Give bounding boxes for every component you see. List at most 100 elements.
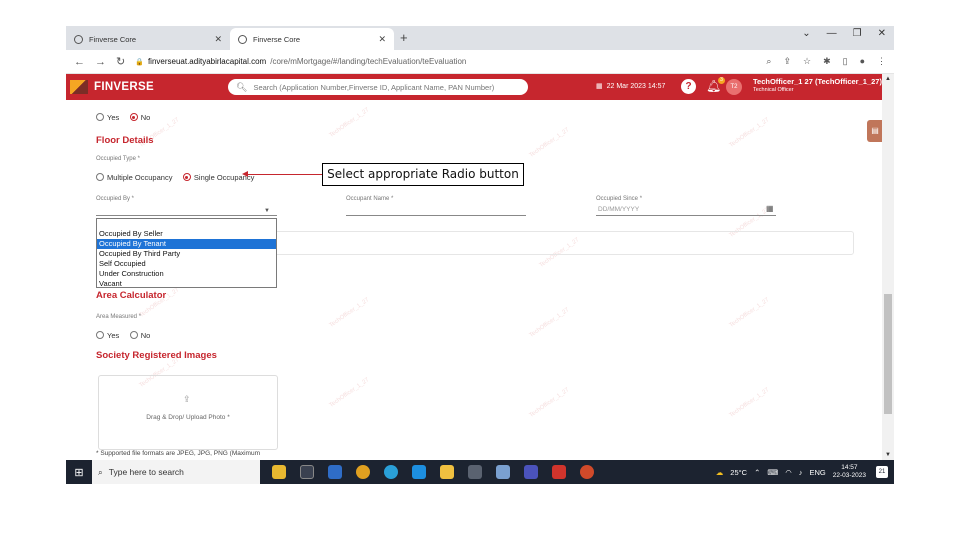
- ie-icon[interactable]: [412, 465, 426, 479]
- radio-no[interactable]: No: [129, 330, 151, 340]
- outlook-icon[interactable]: [328, 465, 342, 479]
- volume-icon[interactable]: ♪: [799, 468, 803, 477]
- radio-label: Yes: [107, 112, 120, 122]
- floor-details-title: Floor Details: [96, 135, 154, 146]
- tab-title: Finverse Core: [253, 34, 301, 44]
- chevron-up-icon[interactable]: ⌃: [754, 468, 760, 477]
- powerpoint-icon[interactable]: [580, 465, 594, 479]
- user-role: Technical Officer: [753, 87, 794, 93]
- snipping-icon[interactable]: [496, 465, 510, 479]
- occupied-since-input[interactable]: [596, 215, 776, 216]
- wifi-icon[interactable]: ◠: [785, 468, 792, 477]
- zoom-icon[interactable]: ⌕: [766, 56, 771, 67]
- minimize-button[interactable]: —: [827, 28, 837, 39]
- radio-yes[interactable]: Yes: [96, 113, 119, 122]
- top-radio-group: Yes No: [96, 108, 156, 126]
- global-search: 🔍︎: [228, 79, 528, 95]
- network-icon[interactable]: ⌨: [767, 468, 778, 477]
- chrome-icon[interactable]: [356, 465, 370, 479]
- help-button[interactable]: ?: [681, 79, 696, 94]
- windows-start-icon[interactable]: ⊞: [66, 466, 92, 479]
- language-indicator[interactable]: ENG: [809, 468, 825, 477]
- people-app-icon[interactable]: [272, 465, 286, 479]
- clock[interactable]: 14:57 22-03-2023: [833, 464, 866, 480]
- occupant-name-input[interactable]: [346, 215, 526, 216]
- forward-button[interactable]: →: [95, 56, 106, 68]
- sidepanel-icon[interactable]: ▯: [843, 56, 848, 67]
- notifications-button[interactable]: 21: [876, 466, 888, 478]
- brand-name: FINVERSE: [94, 81, 154, 93]
- browser-tab-active[interactable]: Finverse Core ✕: [230, 28, 394, 50]
- dropdown-option[interactable]: Vacant: [97, 279, 276, 289]
- occupied-by-select[interactable]: [96, 215, 277, 216]
- maximize-button[interactable]: ❐: [853, 28, 862, 39]
- taskbar-apps: [272, 465, 594, 479]
- back-button[interactable]: ←: [74, 56, 85, 68]
- arrow-left-icon: [242, 171, 248, 177]
- occupied-since-placeholder: DD/MM/YYYY: [598, 206, 640, 213]
- user-info[interactable]: TechOfficer_1 27 (TechOfficer_1_27) Tech…: [753, 77, 882, 93]
- date-display: ▦ 22 Mar 2023 14:57: [596, 82, 666, 91]
- logo[interactable]: FINVERSE: [66, 80, 226, 94]
- calendar-icon: ▦: [596, 83, 603, 90]
- radio-label: Yes: [107, 330, 120, 340]
- close-icon[interactable]: ✕: [214, 34, 222, 45]
- avatar[interactable]: T2: [726, 79, 742, 95]
- current-date: 22 Mar 2023 14:57: [606, 82, 666, 90]
- watermark: TechOfficer_1_27: [528, 307, 571, 339]
- scroll-down-icon[interactable]: ▼: [885, 452, 891, 458]
- edge-icon[interactable]: [384, 465, 398, 479]
- photo-upload-dropzone[interactable]: ⇪ Drag & Drop/ Upload Photo *: [98, 375, 278, 450]
- calendar-icon[interactable]: ▦: [766, 204, 774, 213]
- side-panel-button[interactable]: ▤: [867, 120, 883, 142]
- browser-tab[interactable]: Finverse Core ✕: [66, 28, 230, 50]
- radio-label: No: [140, 112, 151, 122]
- scroll-up-icon[interactable]: ▲: [885, 76, 891, 82]
- temperature[interactable]: 25°C: [730, 468, 747, 477]
- chevron-down-icon[interactable]: ⌄: [802, 28, 810, 39]
- radio-label: Multiple Occupancy: [107, 172, 173, 182]
- close-window-button[interactable]: ✕: [878, 28, 886, 39]
- dropdown-option[interactable]: Under Construction: [97, 269, 276, 279]
- star-icon[interactable]: ☆: [803, 56, 811, 67]
- taskbar-search[interactable]: ⌕ Type here to search: [92, 460, 260, 484]
- file-explorer-icon[interactable]: [440, 465, 454, 479]
- task-view-icon[interactable]: [300, 465, 314, 479]
- collapsed-panel: [271, 231, 854, 255]
- upload-text: Drag & Drop/ Upload Photo *: [146, 414, 230, 421]
- clock-time: 14:57: [841, 464, 858, 471]
- weather-icon[interactable]: ☁: [716, 468, 724, 477]
- tab-title: Finverse Core: [89, 34, 137, 44]
- annotation-arrow: [246, 174, 322, 175]
- radio-circle-checked: [182, 173, 191, 181]
- menu-icon[interactable]: ⋮: [877, 56, 886, 67]
- radio-yes[interactable]: Yes: [96, 331, 119, 340]
- watermark: TechOfficer_1_27: [528, 127, 571, 159]
- url-field[interactable]: 🔒 finverseuat.adityabirlacapital.com/cor…: [135, 57, 756, 66]
- dropdown-option[interactable]: Occupied By Seller: [97, 229, 276, 239]
- dropdown-option-highlighted[interactable]: Occupied By Tenant: [97, 239, 276, 249]
- share-icon[interactable]: ⇪: [783, 56, 791, 67]
- radio-no[interactable]: No: [129, 112, 151, 122]
- occupied-type-label: Occupied Type *: [96, 156, 140, 162]
- profile-icon[interactable]: ●: [860, 56, 865, 67]
- dropdown-option[interactable]: Occupied By Third Party: [97, 249, 276, 259]
- watermark: TechOfficer_1_27: [328, 377, 371, 409]
- new-tab-button[interactable]: +: [400, 28, 408, 50]
- vertical-scrollbar[interactable]: ▲ ▼: [882, 74, 894, 460]
- radio-multiple-occupancy[interactable]: Multiple Occupancy: [96, 173, 172, 182]
- search-input[interactable]: [253, 82, 520, 92]
- radio-circle: [96, 113, 104, 121]
- extensions-icon[interactable]: ✱: [823, 56, 831, 67]
- address-bar: ← → ↻ 🔒 finverseuat.adityabirlacapital.c…: [66, 50, 894, 74]
- calculator-icon[interactable]: [468, 465, 482, 479]
- reload-button[interactable]: ↻: [116, 55, 125, 68]
- dropdown-option[interactable]: Self Occupied: [97, 259, 276, 269]
- chevron-down-icon[interactable]: ▼: [264, 208, 270, 214]
- close-icon[interactable]: ✕: [378, 34, 386, 45]
- acrobat-icon[interactable]: [552, 465, 566, 479]
- scrollbar-thumb[interactable]: [884, 294, 892, 414]
- teams-icon[interactable]: [524, 465, 538, 479]
- radio-label: No: [140, 330, 151, 340]
- browser-tab-bar: Finverse Core ✕ Finverse Core ✕ + ⌄ — ❐ …: [66, 26, 894, 50]
